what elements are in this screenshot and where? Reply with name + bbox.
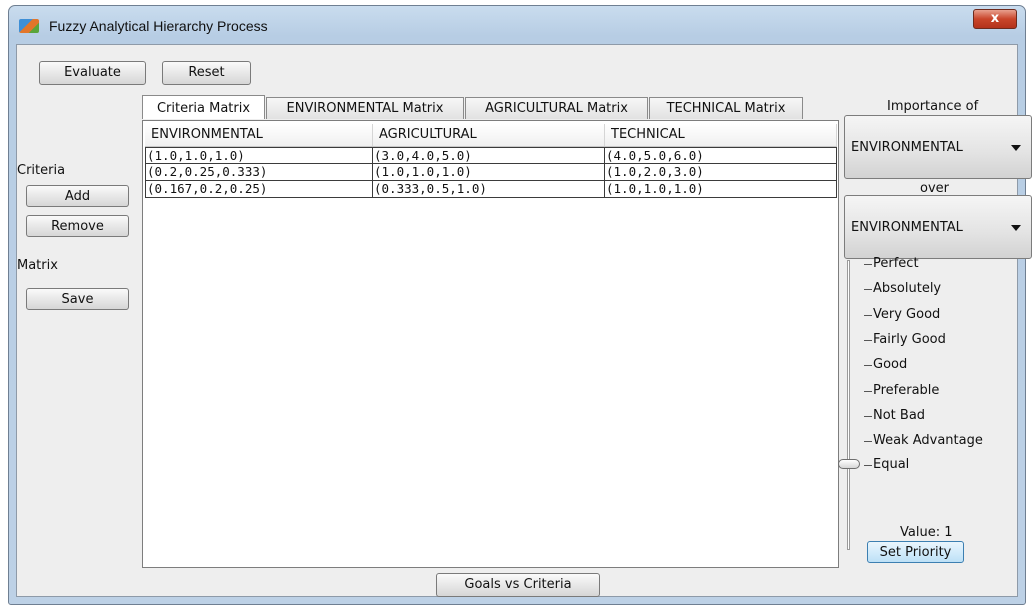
scale-label-not-bad: Not Bad xyxy=(873,408,926,423)
scale-label-fairly-good: Fairly Good xyxy=(873,332,946,347)
table-cell[interactable]: (3.0,4.0,5.0) xyxy=(373,147,605,164)
tab-technical-matrix[interactable]: TECHNICAL Matrix xyxy=(649,97,803,119)
second-criteria-select-value: ENVIRONMENTAL xyxy=(851,220,963,235)
priority-value-text: Value: 1 xyxy=(900,525,953,540)
slider-tick xyxy=(864,289,872,290)
slider-tick xyxy=(864,340,872,341)
tab-environmental-matrix[interactable]: ENVIRONMENTAL Matrix xyxy=(266,97,464,119)
slider-thumb[interactable] xyxy=(838,459,860,469)
table-cell[interactable]: (4.0,5.0,6.0) xyxy=(605,147,837,164)
table-cell[interactable]: (0.167,0.2,0.25) xyxy=(145,181,373,198)
table-cell[interactable]: (1.0,2.0,3.0) xyxy=(605,164,837,181)
evaluate-button[interactable]: Evaluate xyxy=(39,61,146,85)
column-header-technical[interactable]: TECHNICAL xyxy=(605,124,837,146)
slider-tick xyxy=(864,441,872,442)
chevron-down-icon xyxy=(1011,145,1021,151)
scale-label-perfect: Perfect xyxy=(873,256,919,271)
criteria-label: Criteria xyxy=(17,163,66,178)
table-body: (1.0,1.0,1.0) (3.0,4.0,5.0) (4.0,5.0,6.0… xyxy=(145,147,837,198)
title-bar[interactable]: Fuzzy Analytical Hierarchy Process x xyxy=(9,6,1025,44)
tab-criteria-matrix[interactable]: Criteria Matrix xyxy=(142,95,265,119)
remove-criteria-button[interactable]: Remove xyxy=(26,215,129,237)
save-matrix-button[interactable]: Save xyxy=(26,288,129,310)
slider-tick xyxy=(864,264,872,265)
column-header-agricultural[interactable]: AGRICULTURAL xyxy=(373,124,605,146)
slider-tick xyxy=(864,365,872,366)
table-cell[interactable]: (1.0,1.0,1.0) xyxy=(373,164,605,181)
add-criteria-button[interactable]: Add xyxy=(26,185,129,207)
tab-agricultural-matrix[interactable]: AGRICULTURAL Matrix xyxy=(465,97,648,119)
slider-tick xyxy=(864,465,872,466)
app-window: Fuzzy Analytical Hierarchy Process x Eva… xyxy=(8,5,1032,605)
scale-label-equal: Equal xyxy=(873,457,910,472)
table-row[interactable]: (0.167,0.2,0.25) (0.333,0.5,1.0) (1.0,1.… xyxy=(145,181,837,198)
table-cell[interactable]: (0.333,0.5,1.0) xyxy=(373,181,605,198)
table-row[interactable]: (0.2,0.25,0.333) (1.0,1.0,1.0) (1.0,2.0,… xyxy=(145,164,837,181)
table-row[interactable]: (1.0,1.0,1.0) (3.0,4.0,5.0) (4.0,5.0,6.0… xyxy=(145,147,837,164)
main-content: Evaluate Reset Criteria Add Remove Matri… xyxy=(16,44,1032,597)
set-priority-button[interactable]: Set Priority xyxy=(867,541,964,563)
window-title: Fuzzy Analytical Hierarchy Process xyxy=(49,18,268,34)
column-header-environmental[interactable]: ENVIRONMENTAL xyxy=(145,124,373,146)
second-criteria-select[interactable]: ENVIRONMENTAL xyxy=(844,195,1032,259)
scale-label-good: Good xyxy=(873,357,908,372)
table-cell[interactable]: (0.2,0.25,0.333) xyxy=(145,164,373,181)
criteria-matrix-table: ENVIRONMENTAL AGRICULTURAL TECHNICAL (1.… xyxy=(142,120,839,568)
reset-button[interactable]: Reset xyxy=(162,61,251,85)
table-header: ENVIRONMENTAL AGRICULTURAL TECHNICAL xyxy=(145,124,837,147)
chevron-down-icon xyxy=(1011,225,1021,231)
matrix-label: Matrix xyxy=(17,258,58,273)
slider-track[interactable] xyxy=(847,260,850,550)
first-criteria-select-value: ENVIRONMENTAL xyxy=(851,140,963,155)
table-cell[interactable]: (1.0,1.0,1.0) xyxy=(605,181,837,198)
scale-label-very-good: Very Good xyxy=(873,307,941,322)
close-button[interactable]: x xyxy=(973,9,1017,29)
goals-vs-criteria-button[interactable]: Goals vs Criteria xyxy=(436,573,600,597)
scale-label-weak-advantage: Weak Advantage xyxy=(873,433,983,448)
scale-label-preferable: Preferable xyxy=(873,383,940,398)
app-logo-icon xyxy=(19,19,39,33)
slider-tick xyxy=(864,391,872,392)
slider-tick xyxy=(864,315,872,316)
over-label: over xyxy=(920,181,949,196)
slider-tick xyxy=(864,416,872,417)
scale-label-absolutely: Absolutely xyxy=(873,281,942,296)
importance-of-label: Importance of xyxy=(887,99,979,114)
first-criteria-select[interactable]: ENVIRONMENTAL xyxy=(844,115,1032,179)
table-cell[interactable]: (1.0,1.0,1.0) xyxy=(145,147,373,164)
